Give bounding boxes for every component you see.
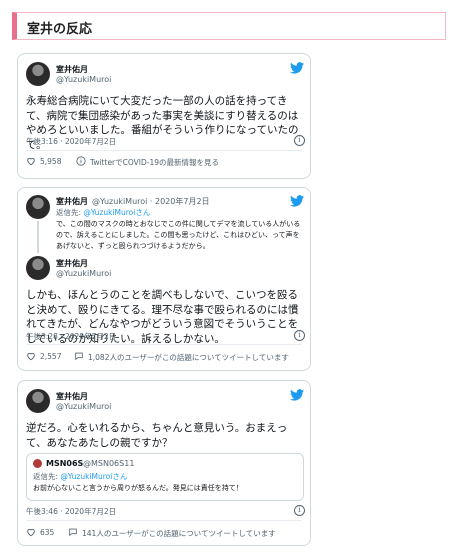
quote-reply-to[interactable]: 返信先: @YuzukiMuroiさん	[33, 471, 127, 482]
reply-label: 返信先:	[33, 472, 59, 481]
discussion-link[interactable]: 1,082人のユーザーがこの話題についてツイートしています	[88, 352, 289, 363]
twitter-bird-icon[interactable]	[290, 389, 304, 401]
tweet-timestamp[interactable]: 午後3:46 · 2020年7月2日	[26, 506, 116, 517]
section-title-text: 室井の反応	[27, 22, 93, 37]
twitter-bird-icon[interactable]	[290, 195, 304, 207]
covid-info-link[interactable]: TwitterでCOVID-19の最新情報を見る	[90, 157, 219, 168]
quoted-tweet[interactable]: MSN06S @MSN06S11 返信先: @YuzukiMuroiさん お前が…	[26, 453, 304, 501]
heart-icon[interactable]	[26, 351, 36, 361]
info-circle-icon[interactable]	[76, 156, 86, 166]
thread-line	[37, 221, 39, 253]
divider	[26, 344, 302, 345]
reply-label: 返信先:	[56, 208, 82, 217]
avatar[interactable]	[26, 195, 50, 219]
reply-handle-link[interactable]: @YuzukiMuroiさん	[60, 472, 127, 481]
parent-author-name[interactable]: 室井佑月	[56, 196, 88, 207]
tweet-author-handle[interactable]: @YuzukiMuroi	[56, 75, 111, 84]
tweet-card-3[interactable]: 室井佑月 @YuzukiMuroi 逆だろ。心をいれるから、ちゃんと意見いう。お…	[17, 380, 311, 546]
quote-avatar[interactable]	[33, 459, 42, 468]
tweet-author-name[interactable]: 室井佑月	[56, 64, 88, 75]
parent-reply-to[interactable]: 返信先: @YuzukiMuroiさん	[56, 207, 150, 218]
like-count[interactable]: 635	[40, 528, 54, 537]
divider	[26, 520, 302, 521]
comment-icon[interactable]	[74, 351, 84, 361]
info-icon[interactable]: i	[294, 135, 305, 146]
tweet-card-2[interactable]: 室井佑月 @YuzukiMuroi · 2020年7月2日 返信先: @Yuzu…	[17, 187, 311, 371]
avatar[interactable]	[26, 389, 50, 413]
comment-icon[interactable]	[68, 527, 78, 537]
like-count[interactable]: 5,958	[40, 157, 61, 166]
like-count[interactable]: 2,557	[40, 352, 61, 361]
quote-text: お前が心ないこと言うから周りが怒るんだ。発見には責任を持て！	[33, 484, 243, 492]
tweet-author-handle[interactable]: @YuzukiMuroi	[56, 269, 111, 278]
reply-handle-link[interactable]: @YuzukiMuroiさん	[83, 208, 150, 217]
info-icon[interactable]: i	[294, 505, 305, 516]
tweet-author-name[interactable]: 室井佑月	[56, 391, 88, 402]
tweet-author-handle[interactable]: @YuzukiMuroi	[56, 402, 111, 411]
divider	[26, 150, 302, 151]
avatar[interactable]	[26, 62, 50, 86]
heart-icon[interactable]	[26, 156, 36, 166]
tweet-card-1[interactable]: 室井佑月 @YuzukiMuroi 永寿総合病院にいて大変だった一部の人の話を持…	[17, 53, 311, 179]
info-icon[interactable]: i	[294, 330, 305, 341]
parent-tweet-text: で、この間のマスクの時とおなじでこの件に関してデマを流している人がいるので、訴え…	[56, 220, 301, 250]
section-title: 室井の反応	[12, 12, 446, 40]
parent-author-handle[interactable]: @YuzukiMuroi · 2020年7月2日	[92, 196, 210, 207]
discussion-link[interactable]: 141人のユーザーがこの話題についてツイートしています	[82, 528, 276, 539]
tweet-timestamp[interactable]: 午後3:16 · 2020年7月2日	[26, 136, 116, 147]
quote-author-handle[interactable]: @MSN06S11	[83, 459, 134, 468]
twitter-bird-icon[interactable]	[290, 62, 304, 74]
tweet-text: 逆だろ。心をいれるから、ちゃんと意見いう。おまえって、あなたあたしの親ですか？	[26, 422, 288, 449]
tweet-author-name[interactable]: 室井佑月	[56, 258, 88, 269]
quote-author-name[interactable]: MSN06S	[46, 459, 83, 468]
heart-icon[interactable]	[26, 527, 36, 537]
tweet-timestamp[interactable]: 午後3:28 · 2020年7月2日	[26, 331, 116, 342]
avatar[interactable]	[26, 256, 50, 280]
